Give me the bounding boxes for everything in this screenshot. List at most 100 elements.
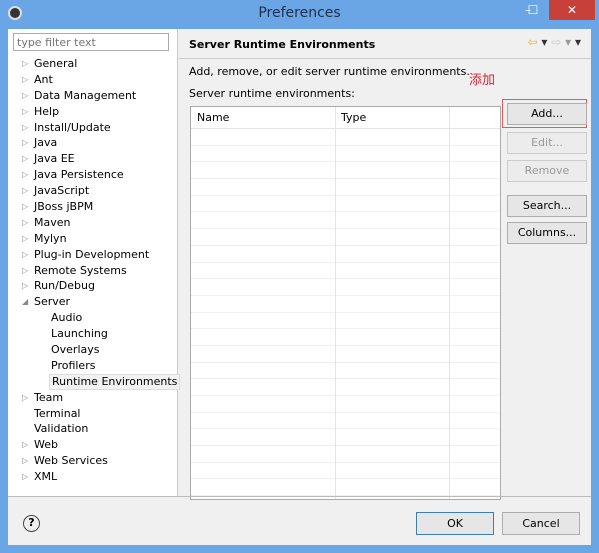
expand-arrow-icon[interactable]: ▷ (22, 453, 28, 469)
preferences-tree-panel: ▷ General ▷ Ant ▷ Data Management ▷ Help ▷ Instal… (8, 29, 181, 496)
help-icon[interactable]: ? (23, 515, 40, 532)
expand-arrow-icon[interactable]: ▷ (22, 263, 28, 279)
empty-table-row (191, 329, 500, 346)
empty-table-row (191, 296, 500, 313)
tree-item[interactable]: ▷ JBoss jBPM (8, 199, 178, 215)
tree-item-label: Mylyn (34, 231, 67, 245)
collapse-arrow-icon[interactable]: ◢ (22, 294, 28, 310)
tree-item[interactable]: Profilers (8, 358, 178, 374)
tree-item-label: JBoss jBPM (34, 200, 94, 214)
tree-item[interactable]: ▷ Web (8, 437, 178, 453)
tree-item[interactable]: ▷ General (8, 56, 178, 72)
expand-arrow-icon[interactable]: ▷ (22, 390, 28, 406)
tree-item-label: General (34, 57, 78, 70)
tree-item[interactable]: Launching (8, 326, 178, 342)
empty-table-row (191, 162, 500, 180)
page-panel: Server Runtime Environments ⇦ ▾ ⇨ ▾ ▾ Ad… (179, 29, 591, 500)
expand-arrow-icon[interactable]: ▷ (22, 167, 28, 183)
expand-arrow-icon[interactable]: ▷ (22, 88, 28, 104)
empty-table-row (191, 212, 500, 230)
tree-item-label: Maven (34, 215, 71, 229)
tree-item[interactable]: ▷ Plug-in Development (8, 247, 178, 263)
empty-table-row (191, 229, 500, 246)
runtime-environments-table[interactable]: Name Type (190, 106, 501, 500)
tree-item-label: Runtime Environments (49, 373, 181, 390)
table-header: Name Type (191, 107, 500, 129)
tree-item[interactable]: ▷ Help (8, 104, 178, 120)
tree-item[interactable]: ▷ Java Persistence (8, 167, 178, 183)
expand-arrow-icon[interactable]: ▷ (22, 437, 28, 453)
tree-item[interactable]: ▷ Data Management (8, 88, 178, 104)
tree-item-label: Java EE (34, 152, 75, 166)
forward-icon[interactable]: ⇨ (551, 35, 561, 49)
page-description: Add, remove, or edit server runtime envi… (189, 65, 470, 78)
expand-arrow-icon[interactable]: ▷ (22, 199, 28, 215)
expand-arrow-icon[interactable]: ▷ (22, 151, 28, 167)
tree-item-label: Team (34, 390, 64, 404)
tree-item[interactable]: Audio (8, 310, 178, 326)
expand-arrow-icon[interactable]: ▷ (22, 278, 28, 294)
back-icon[interactable]: ⇦ (527, 35, 537, 49)
tree-item-label: Run/Debug (34, 279, 95, 293)
expand-arrow-icon[interactable]: ▷ (22, 72, 28, 88)
expand-arrow-icon[interactable]: ▷ (22, 120, 28, 136)
tree-item[interactable]: Validation (8, 421, 178, 437)
empty-table-row (191, 196, 500, 213)
empty-table-row (191, 313, 500, 330)
remove-button[interactable]: Remove (507, 160, 587, 182)
tree-item-label: Remote Systems (34, 263, 127, 277)
expand-arrow-icon[interactable]: ▷ (22, 247, 28, 263)
tree-item[interactable]: ▷ Remote Systems (8, 263, 178, 279)
expand-arrow-icon[interactable]: ▷ (22, 56, 28, 72)
ok-button[interactable]: OK (416, 512, 494, 535)
tree-item[interactable]: Terminal (8, 406, 178, 422)
tree-item-label: Server (34, 295, 71, 309)
tree-item-label: Audio (51, 311, 83, 325)
header-divider (179, 58, 591, 59)
tree-item[interactable]: Runtime Environments (8, 373, 181, 390)
tree-item[interactable]: ▷ Maven (8, 215, 178, 231)
expand-arrow-icon[interactable]: ▷ (22, 469, 28, 485)
tree-item[interactable]: ▷ JavaScript (8, 183, 178, 199)
expand-arrow-icon[interactable]: ▷ (22, 183, 28, 199)
tree-item[interactable]: ▷ Java EE (8, 151, 178, 167)
page-navigation: ⇦ ▾ ⇨ ▾ ▾ (527, 35, 581, 49)
add-button[interactable]: Add... (507, 103, 587, 125)
tree-item[interactable]: ▷ Mylyn (8, 231, 178, 247)
tree-item[interactable]: ▷ Web Services (8, 453, 178, 469)
tree-item[interactable]: ◢ Server (8, 294, 178, 310)
tree-item-label: Launching (51, 327, 108, 341)
tree-item[interactable]: ▷ Install/Update (8, 120, 178, 136)
cancel-button[interactable]: Cancel (502, 512, 580, 535)
page-title: Server Runtime Environments (189, 38, 376, 51)
column-header-type[interactable]: Type (341, 111, 366, 124)
tree-item[interactable]: ▷ XML (8, 469, 178, 485)
back-menu-icon[interactable]: ▾ (541, 35, 547, 49)
empty-table-row (191, 146, 500, 163)
columns-button[interactable]: Columns... (507, 222, 587, 244)
expand-arrow-icon[interactable]: ▷ (22, 135, 28, 151)
edit-button[interactable]: Edit... (507, 132, 587, 154)
column-header-name[interactable]: Name (197, 111, 229, 124)
filter-input[interactable] (13, 33, 169, 51)
tree-item[interactable]: ▷ Team (8, 390, 178, 406)
close-button[interactable]: ✕ (549, 0, 595, 20)
tree-item[interactable]: ▷ Run/Debug (8, 278, 178, 294)
empty-table-row (191, 429, 500, 447)
tree-item-label: Terminal (34, 406, 81, 420)
empty-table-row (191, 129, 500, 146)
tree-item[interactable]: Overlays (8, 342, 178, 358)
empty-table-row (191, 479, 500, 497)
empty-table-row (191, 446, 500, 463)
tree-item-label: Web Services (34, 454, 108, 468)
expand-arrow-icon[interactable]: ▷ (22, 231, 28, 247)
tree-item[interactable]: ▷ Java (8, 135, 178, 151)
view-menu-icon[interactable]: ▾ (575, 35, 581, 49)
expand-arrow-icon[interactable]: ▷ (22, 104, 28, 120)
maximize-button[interactable]: ☐ (520, 0, 546, 20)
search-button[interactable]: Search... (507, 195, 587, 217)
expand-arrow-icon[interactable]: ▷ (22, 215, 28, 231)
tree-item-label: JavaScript (34, 184, 90, 198)
forward-menu-icon[interactable]: ▾ (565, 35, 571, 49)
tree-item[interactable]: ▷ Ant (8, 72, 178, 88)
